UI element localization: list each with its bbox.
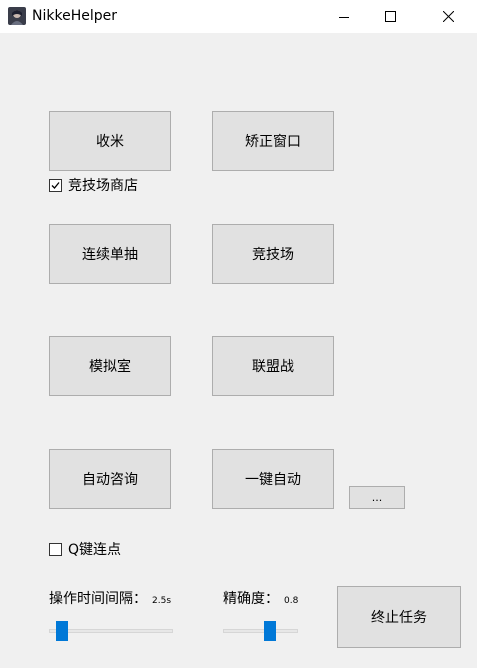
- close-icon: [442, 11, 454, 22]
- checkbox-box[interactable]: [49, 542, 62, 556]
- maximize-button[interactable]: [367, 0, 413, 33]
- auto-consult-button[interactable]: 自动咨询: [49, 449, 171, 509]
- minimize-icon: [339, 16, 349, 18]
- interval-label-group: 操作时间间隔： 2.5s: [49, 588, 171, 608]
- simulation-room-button[interactable]: 模拟室: [49, 336, 171, 396]
- checkmark-icon: [51, 181, 60, 189]
- checkbox-box[interactable]: [49, 178, 62, 192]
- window-title: NikkeHelper: [32, 8, 117, 24]
- fix-window-button[interactable]: 矫正窗口: [212, 111, 334, 171]
- precision-slider-thumb[interactable]: [264, 621, 276, 641]
- union-battle-button[interactable]: 联盟战: [212, 336, 334, 396]
- collect-button[interactable]: 收米: [49, 111, 171, 171]
- interval-slider-thumb[interactable]: [56, 621, 68, 641]
- q-key-click-label: Q键连点: [68, 542, 122, 558]
- more-options-button[interactable]: ...: [349, 486, 405, 509]
- one-click-auto-button[interactable]: 一键自动: [212, 449, 334, 509]
- arena-shop-label: 竞技场商店: [68, 178, 138, 194]
- arena-shop-checkbox[interactable]: 竞技场商店: [49, 175, 138, 195]
- maximize-icon: [384, 11, 396, 22]
- precision-label-group: 精确度： 0.8: [223, 588, 298, 608]
- single-draw-button[interactable]: 连续单抽: [49, 224, 171, 284]
- title-bar[interactable]: NikkeHelper: [0, 0, 477, 33]
- precision-label: 精确度：: [223, 591, 279, 607]
- minimize-button[interactable]: [321, 0, 367, 33]
- interval-value: 2.5s: [152, 596, 172, 606]
- stop-task-button[interactable]: 终止任务: [337, 586, 461, 648]
- app-avatar-icon: [8, 7, 26, 25]
- arena-button[interactable]: 竞技场: [212, 224, 334, 284]
- interval-label: 操作时间间隔：: [49, 591, 147, 607]
- q-key-click-checkbox[interactable]: Q键连点: [49, 539, 121, 559]
- precision-slider[interactable]: [223, 629, 298, 633]
- close-button[interactable]: [425, 0, 471, 33]
- precision-value: 0.8: [284, 596, 299, 606]
